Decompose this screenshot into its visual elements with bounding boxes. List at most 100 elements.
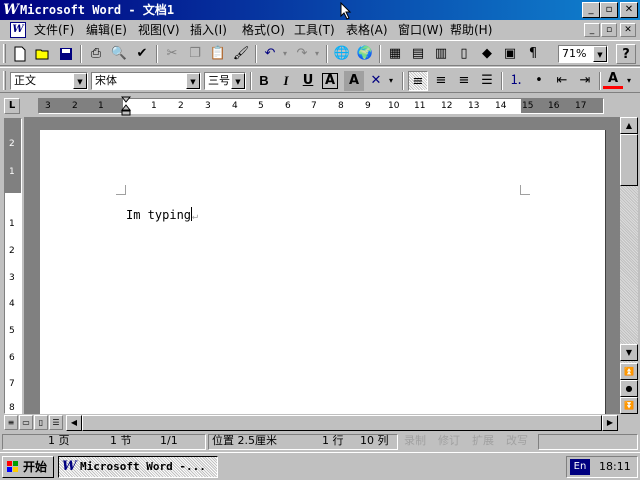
zoom-combo[interactable]: 71% ▼ <box>558 45 608 63</box>
chevron-down-icon[interactable]: ▾ <box>386 71 396 91</box>
tables-borders-icon[interactable]: ▦ <box>385 44 405 64</box>
show-hide-icon[interactable]: ¶ <box>523 44 543 64</box>
hyperlink-icon[interactable]: 🌐 <box>332 44 352 64</box>
asian-layout-icon[interactable]: ✕ <box>366 71 386 91</box>
vertical-scrollbar[interactable]: ▲ ▼ ⏫ ● ⏬ <box>620 117 638 414</box>
chevron-down-icon[interactable]: ▾ <box>624 71 634 91</box>
office-assistant-button[interactable]: ? <box>616 44 636 64</box>
taskbar-word-button[interactable]: W Microsoft Word -... <box>58 456 218 478</box>
menu-format[interactable]: 格式(O) <box>242 23 285 37</box>
scroll-down-icon[interactable]: ▼ <box>620 344 638 361</box>
align-justify-button[interactable]: ≡ <box>408 71 428 91</box>
page-layout-icon[interactable]: ▯ <box>34 415 48 430</box>
bullets-icon[interactable]: • <box>529 71 549 91</box>
menu-window[interactable]: 窗口(W) <box>398 23 443 37</box>
doc-close-icon[interactable]: ✕ <box>620 23 636 37</box>
toolbar-grip[interactable] <box>3 71 6 90</box>
chevron-down-icon[interactable]: ▼ <box>231 73 245 89</box>
document-map-icon[interactable]: ▣ <box>500 44 520 64</box>
select-browse-object-icon[interactable]: ● <box>620 380 638 397</box>
insert-excel-icon[interactable]: ▥ <box>431 44 451 64</box>
chevron-down-icon[interactable]: ▼ <box>593 46 607 62</box>
character-border-button[interactable]: A <box>320 71 340 91</box>
start-button[interactable]: 开始 <box>2 456 54 478</box>
undo-dropdown-icon[interactable]: ▾ <box>280 44 290 64</box>
undo-icon[interactable]: ↶ <box>260 44 280 64</box>
print-icon[interactable]: ⎙ <box>86 44 106 64</box>
previous-page-icon[interactable]: ⏫ <box>620 363 638 380</box>
open-folder-icon[interactable] <box>33 44 53 64</box>
doc-minimize-icon[interactable]: _ <box>584 23 600 37</box>
spelling-check-icon[interactable]: ✔ <box>132 44 152 64</box>
toolbar-grip[interactable] <box>3 44 6 63</box>
font-combo[interactable]: 宋体 ▼ <box>91 72 201 90</box>
indent-marker-icon[interactable] <box>121 96 131 116</box>
status-extend[interactable]: 扩展 <box>472 434 494 450</box>
menu-edit[interactable]: 编辑(E) <box>86 23 127 37</box>
redo-icon[interactable]: ↷ <box>292 44 312 64</box>
align-right-button[interactable]: ≡ <box>454 71 474 91</box>
save-icon[interactable] <box>56 44 76 64</box>
font-size-combo[interactable]: 三号 ▼ <box>204 72 246 90</box>
menu-view[interactable]: 视图(V) <box>138 23 180 37</box>
italic-button[interactable]: I <box>276 71 296 91</box>
scroll-right-icon[interactable]: ▶ <box>602 415 618 431</box>
word-app-icon[interactable]: W <box>3 2 19 18</box>
doc-restore-icon[interactable]: ▫ <box>601 23 617 37</box>
menu-tools[interactable]: 工具(T) <box>294 23 335 37</box>
insert-table-icon[interactable]: ▤ <box>408 44 428 64</box>
menu-help[interactable]: 帮助(H) <box>450 23 492 37</box>
web-toolbar-icon[interactable]: 🌍 <box>355 44 375 64</box>
cut-icon[interactable]: ✂ <box>162 44 182 64</box>
input-method-indicator[interactable]: En <box>570 459 590 475</box>
style-combo[interactable]: 正文 ▼ <box>10 72 88 90</box>
menu-table[interactable]: 表格(A) <box>346 23 388 37</box>
format-painter-icon[interactable]: 🖌 <box>231 44 251 64</box>
web-layout-icon[interactable]: ▭ <box>19 415 33 430</box>
new-document-icon[interactable] <box>10 44 30 64</box>
status-track-changes[interactable]: 修订 <box>438 434 460 450</box>
bold-button[interactable]: B <box>254 71 274 91</box>
menu-file[interactable]: 文件(F) <box>34 23 74 37</box>
clock[interactable]: 18:11 <box>599 460 631 474</box>
document-control-icon[interactable]: W <box>10 22 26 38</box>
character-shading-button[interactable]: A <box>344 71 364 91</box>
paste-icon[interactable]: 📋 <box>208 44 228 64</box>
status-overtype[interactable]: 改写 <box>506 434 528 450</box>
ruler-number: 6 <box>285 101 291 111</box>
chevron-down-icon[interactable]: ▼ <box>186 73 200 89</box>
align-center-button[interactable]: ≡ <box>431 71 451 91</box>
document-text[interactable]: Im typing↵ <box>126 207 198 224</box>
menu-insert[interactable]: 插入(I) <box>190 23 227 37</box>
scroll-up-icon[interactable]: ▲ <box>620 117 638 134</box>
font-value: 宋体 <box>95 74 117 87</box>
distributed-align-button[interactable]: ☰ <box>477 71 497 91</box>
chevron-down-icon[interactable]: ▼ <box>73 73 87 89</box>
status-record[interactable]: 录制 <box>404 434 426 450</box>
numbering-icon[interactable]: ⒈ <box>506 71 526 91</box>
close-button[interactable]: ✕ <box>620 2 638 18</box>
restore-button[interactable]: ▫ <box>600 2 618 18</box>
title-bar[interactable]: W Microsoft Word - 文档1 _ ▫ ✕ <box>0 0 640 20</box>
scroll-left-icon[interactable]: ◀ <box>66 415 82 431</box>
status-page: 1 页 <box>48 434 70 447</box>
redo-dropdown-icon[interactable]: ▾ <box>312 44 322 64</box>
horizontal-scrollbar[interactable]: ◀ ▶ <box>66 415 618 431</box>
increase-indent-icon[interactable]: ⇥ <box>575 71 595 91</box>
document-page[interactable]: Im typing↵ <box>40 130 606 420</box>
underline-button[interactable]: U <box>298 71 318 91</box>
minimize-button[interactable]: _ <box>582 2 600 18</box>
print-preview-icon[interactable]: 🔍 <box>109 44 129 64</box>
columns-icon[interactable]: ▯ <box>454 44 474 64</box>
font-color-button[interactable]: A <box>603 71 623 89</box>
next-page-icon[interactable]: ⏬ <box>620 397 638 414</box>
tab-selector-button[interactable]: L <box>4 98 20 114</box>
copy-icon[interactable]: ❐ <box>185 44 205 64</box>
normal-view-icon[interactable]: ≡ <box>4 415 18 430</box>
scroll-thumb[interactable] <box>82 415 602 431</box>
scroll-thumb[interactable] <box>620 134 638 186</box>
vertical-ruler[interactable]: 2 1 1 2 3 4 5 6 7 8 <box>4 118 22 414</box>
decrease-indent-icon[interactable]: ⇤ <box>552 71 572 91</box>
outline-view-icon[interactable]: ☰ <box>49 415 63 430</box>
drawing-icon[interactable]: ◆ <box>477 44 497 64</box>
